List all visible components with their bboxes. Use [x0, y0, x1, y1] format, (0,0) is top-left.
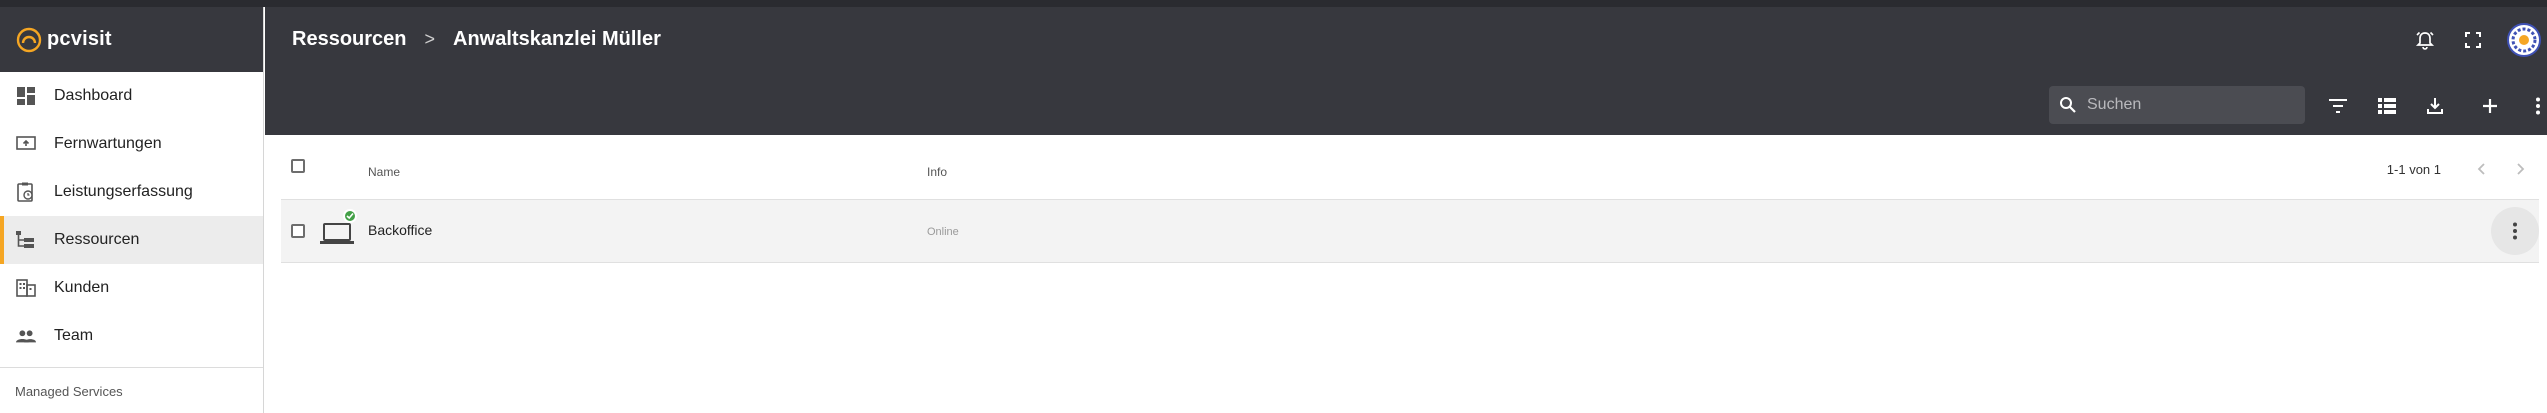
search-box[interactable]: [2049, 86, 2305, 124]
sidebar: pcvisit Dashboard Fernwartungen Leistung…: [0, 7, 264, 413]
list-view-icon[interactable]: [2375, 94, 2399, 118]
add-icon[interactable]: [2478, 94, 2502, 118]
brand[interactable]: pcvisit: [0, 7, 263, 72]
sidebar-item-fernwartungen[interactable]: Fernwartungen: [0, 120, 263, 168]
fullscreen-icon[interactable]: [2461, 28, 2485, 52]
resource-info: Online: [927, 226, 959, 238]
column-header-info[interactable]: Info: [927, 165, 947, 179]
top-strip: [0, 0, 2547, 7]
sidebar-item-kunden[interactable]: Kunden: [0, 264, 263, 312]
status-online-badge: [343, 209, 357, 223]
sidebar-item-label: Ressourcen: [54, 231, 140, 248]
table-row[interactable]: Backoffice Online: [281, 200, 2539, 263]
people-icon: [16, 326, 36, 346]
tree-structure-icon: [16, 230, 36, 250]
sidebar-item-label: Dashboard: [54, 87, 133, 104]
pagination: 1-1 von 1: [2387, 157, 2533, 181]
sidebar-item-team[interactable]: Team: [0, 312, 263, 360]
breadcrumb-root[interactable]: Ressourcen: [292, 28, 407, 51]
prev-page-button[interactable]: [2469, 157, 2493, 181]
column-header-name[interactable]: Name: [368, 165, 400, 179]
brand-name: pcvisit: [47, 28, 112, 50]
alarm-bell-icon[interactable]: [2413, 28, 2437, 52]
more-vert-icon[interactable]: [2526, 94, 2547, 118]
next-page-button[interactable]: [2509, 157, 2533, 181]
sidebar-item-leistungserfassung[interactable]: Leistungserfassung: [0, 168, 263, 216]
app: pcvisit Dashboard Fernwartungen Leistung…: [0, 0, 2547, 413]
sidebar-item-label: Fernwartungen: [54, 135, 162, 152]
breadcrumb-current: Anwaltskanzlei Müller: [453, 28, 661, 50]
sidebar-item-label: Kunden: [54, 279, 110, 296]
toolbar: [265, 84, 2547, 124]
search-input[interactable]: [2087, 96, 2287, 114]
clipboard-clock-icon: [16, 182, 36, 202]
select-all-checkbox[interactable]: [291, 159, 305, 173]
resource-name[interactable]: Backoffice: [368, 222, 432, 238]
table-header: Name Info 1-1 von 1: [281, 143, 2539, 200]
resource-table: Name Info 1-1 von 1 Backoffice Online: [281, 143, 2539, 263]
download-icon[interactable]: [2423, 94, 2447, 118]
chevron-right-icon: >: [424, 29, 436, 49]
dashboard-icon: [16, 86, 36, 106]
header-actions: [2413, 23, 2547, 57]
filter-icon[interactable]: [2326, 94, 2350, 118]
sidebar-item-label: Leistungserfassung: [54, 183, 193, 200]
avatar[interactable]: [2507, 23, 2541, 57]
pagination-label: 1-1 von 1: [2386, 161, 2441, 177]
row-checkbox[interactable]: [291, 224, 305, 238]
remote-screen-icon: [16, 134, 36, 154]
row-more-vert-icon[interactable]: [2491, 207, 2539, 255]
section-label-managed-services: Managed Services: [15, 384, 123, 399]
sidebar-item-dashboard[interactable]: Dashboard: [0, 72, 263, 120]
sidebar-item-label: Team: [54, 327, 94, 344]
divider: [0, 367, 263, 368]
header: Ressourcen > Anwaltskanzlei Müller: [265, 7, 2547, 135]
breadcrumb: Ressourcen > Anwaltskanzlei Müller: [292, 28, 661, 51]
sidebar-item-ressourcen[interactable]: Ressourcen: [0, 216, 263, 264]
search-icon: [2060, 97, 2076, 113]
building-icon: [16, 278, 36, 298]
pcvisit-logo-icon: [16, 27, 42, 52]
sidebar-nav: Dashboard Fernwartungen Leistungserfassu…: [0, 72, 263, 360]
